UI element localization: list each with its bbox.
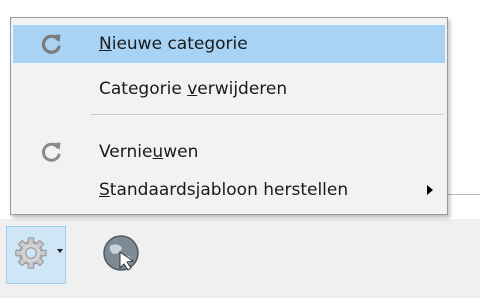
menu-separator [91, 114, 443, 115]
panel-border-line [446, 194, 480, 195]
toolbar [0, 219, 480, 298]
refresh-icon [41, 34, 61, 54]
menu-item-new-category[interactable]: Nieuwe categorie [13, 25, 445, 63]
context-menu: Nieuwe categorie Categorie verwijderen V… [10, 17, 448, 215]
menu-item-refresh[interactable]: Vernieuwen [13, 133, 445, 171]
menu-item-label: Vernieuwen [99, 142, 199, 162]
refresh-icon [42, 142, 61, 162]
menu-item-label: Standaardsjabloon herstellen [99, 180, 349, 200]
menu-item-label: Nieuwe categorie [99, 34, 248, 54]
menu-item-label: Categorie verwijderen [99, 79, 288, 99]
globe-icon[interactable] [100, 232, 142, 274]
dropdown-arrow-icon[interactable] [57, 249, 63, 253]
menu-item-restore-default-template[interactable]: Standaardsjabloon herstellen [13, 171, 445, 209]
gear-icon[interactable] [12, 234, 50, 272]
submenu-arrow-icon [427, 185, 433, 195]
menu-item-delete-category[interactable]: Categorie verwijderen [13, 70, 445, 108]
